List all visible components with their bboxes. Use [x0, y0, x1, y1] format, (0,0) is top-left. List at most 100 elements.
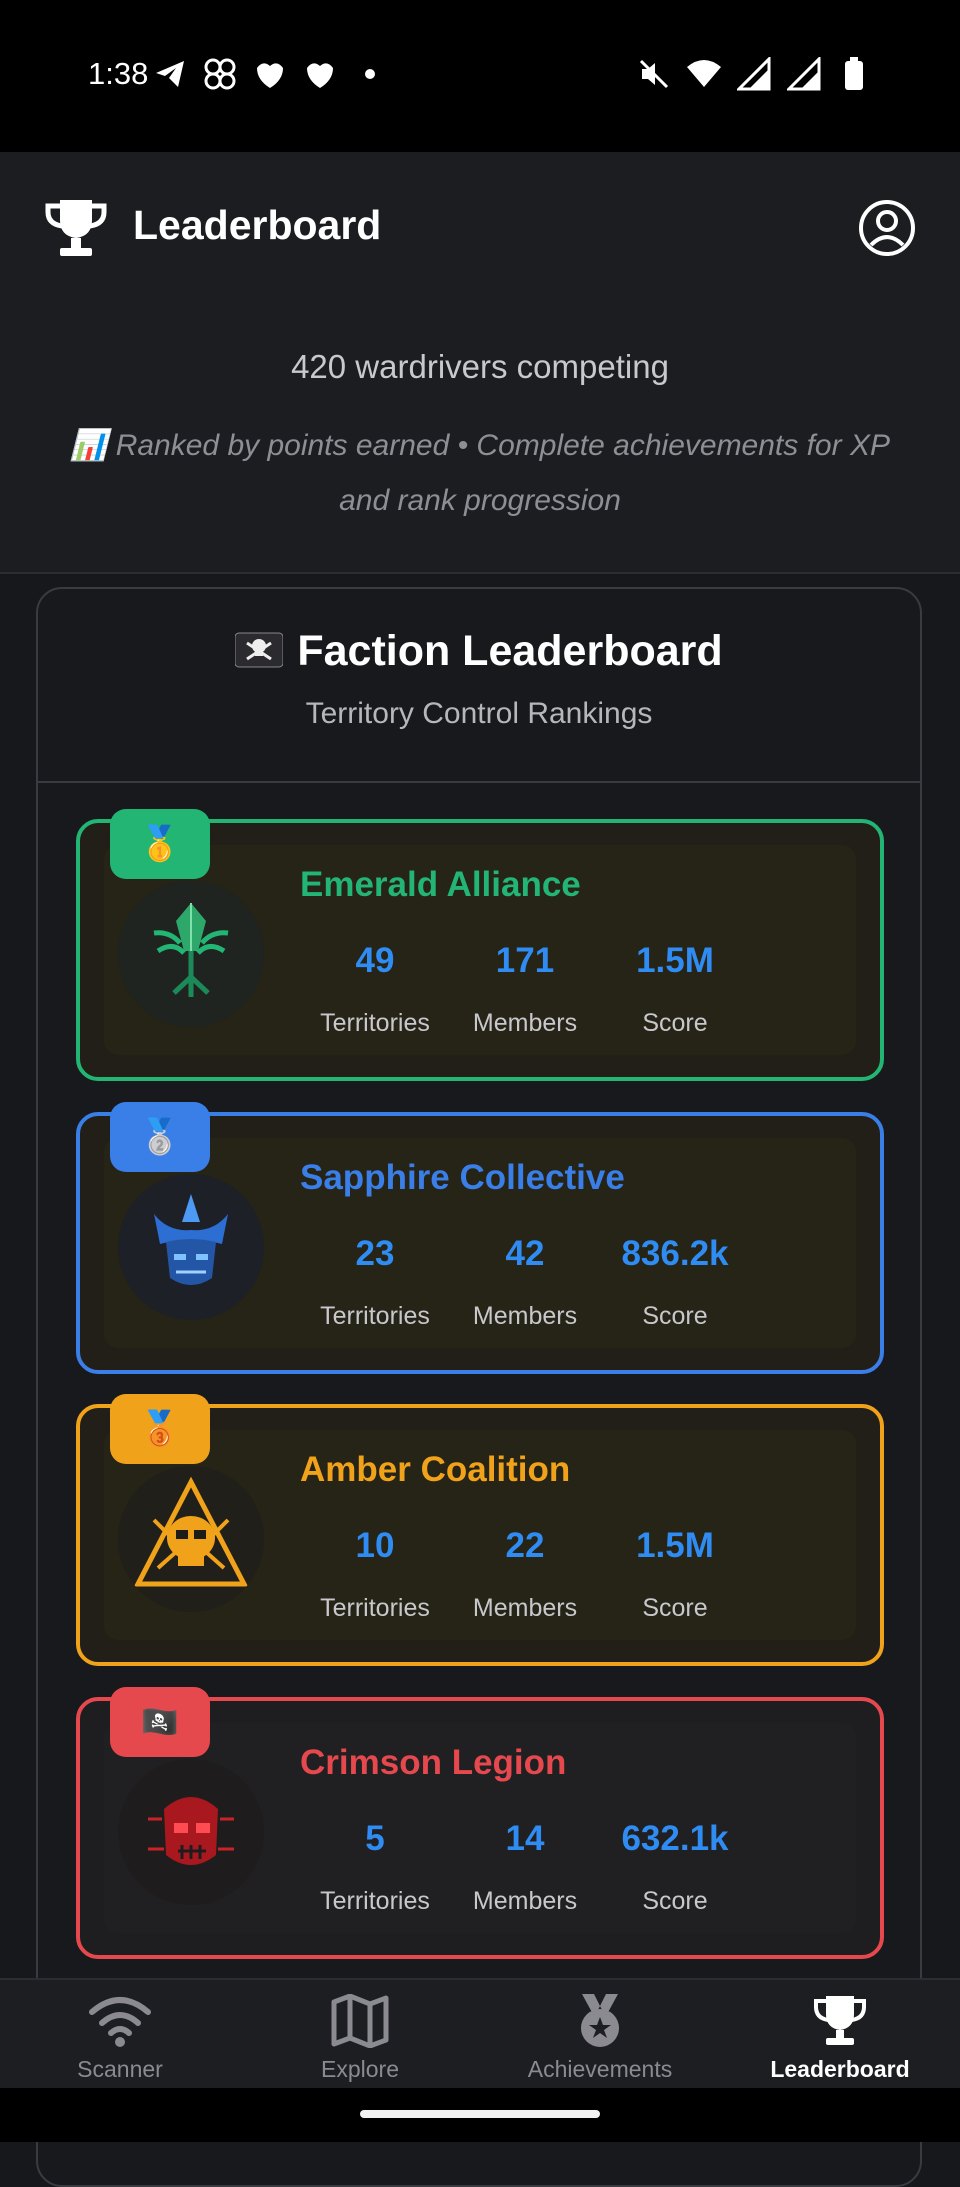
territories-stat: 5 Territories	[300, 1819, 450, 1916]
nav-scanner[interactable]: Scanner	[0, 1980, 240, 2090]
faction-avatar	[118, 1466, 264, 1612]
page-title: Leaderboard	[133, 202, 382, 248]
map-icon	[328, 1993, 392, 2049]
faction-stats: 10 Territories 22 Members 1.5M Score	[300, 1526, 780, 1623]
members-stat: 22 Members	[450, 1526, 600, 1623]
nav-leaderboard[interactable]: Leaderboard	[720, 1980, 960, 2090]
faction-name: Crimson Legion	[300, 1743, 567, 1782]
faction-avatar	[118, 1174, 264, 1320]
nav-achievements-label: Achievements	[527, 2056, 673, 2082]
pirate-flag-icon	[234, 631, 284, 669]
status-right-icons	[636, 56, 872, 92]
wifi-icon	[88, 1994, 152, 2048]
score-stat: 1.5M Score	[600, 941, 750, 1038]
bird-icon	[302, 56, 338, 92]
members-value: 171	[495, 941, 555, 980]
territories-label: Territories	[320, 1887, 430, 1915]
territories-label: Territories	[320, 1009, 430, 1037]
members-stat: 14 Members	[450, 1819, 600, 1916]
trophy-icon	[808, 1994, 872, 2048]
territories-value: 5	[365, 1819, 385, 1858]
territories-stat: 23 Territories	[300, 1234, 450, 1331]
dot-icon	[352, 56, 388, 92]
status-bar: 1:38	[0, 0, 960, 152]
faction-name: Amber Coalition	[300, 1450, 571, 1489]
bottom-nav: Scanner Explore Achievements Leaderboard	[0, 1978, 960, 2090]
nav-leaderboard-label: Leaderboard	[770, 2056, 910, 2082]
territories-value: 49	[355, 941, 395, 980]
members-stat: 42 Members	[450, 1234, 600, 1331]
territories-stat: 49 Territories	[300, 941, 450, 1038]
trophy-icon	[42, 194, 110, 262]
score-label: Score	[642, 1594, 708, 1622]
members-label: Members	[472, 1887, 578, 1915]
mute-icon	[636, 56, 672, 92]
battery-icon	[836, 56, 872, 92]
score-stat: 836.2k Score	[600, 1234, 750, 1331]
faction-card-amber[interactable]: 🥉 Amber Coalition 10 Territories 22 Memb…	[76, 1394, 884, 1666]
faction-panel-header: Faction Leaderboard Territory Control Ra…	[38, 589, 920, 783]
score-stat: 632.1k Score	[600, 1819, 750, 1916]
home-gesture-handle[interactable]	[360, 2110, 600, 2118]
telegram-icon	[152, 56, 188, 92]
members-value: 22	[505, 1526, 545, 1565]
faction-name: Sapphire Collective	[300, 1158, 625, 1197]
score-value: 632.1k	[621, 1819, 729, 1858]
faction-panel-title: Faction Leaderboard	[38, 627, 920, 676]
faction-panel-title-text: Faction Leaderboard	[297, 627, 723, 675]
score-label: Score	[642, 1009, 708, 1037]
members-value: 42	[505, 1234, 545, 1273]
members-label: Members	[472, 1302, 578, 1330]
faction-card-emerald[interactable]: 🥇 Emerald Alliance 49 Territories 171 Me…	[76, 809, 884, 1081]
silver-medal-icon: 🥈	[138, 1118, 182, 1156]
nav-achievements[interactable]: Achievements	[480, 1980, 720, 2090]
faction-card-crimson[interactable]: 🏴‍☠️ Crimson Legion 5 Territories 14 Mem…	[76, 1687, 884, 1959]
faction-card-sapphire[interactable]: 🥈 Sapphire Collective 23 Territories 42 …	[76, 1102, 884, 1374]
members-value: 14	[505, 1819, 545, 1858]
score-stat: 1.5M Score	[600, 1526, 750, 1623]
wifi-icon	[686, 56, 722, 92]
nav-explore-label: Explore	[321, 2056, 399, 2082]
ranking-note: 📊 Ranked by points earned • Complete ach…	[70, 429, 890, 517]
score-value: 836.2k	[621, 1234, 729, 1273]
pirate-flag-icon: 🏴‍☠️	[141, 1705, 179, 1739]
faction-panel-subtitle: Territory Control Rankings	[305, 697, 653, 730]
faction-stats: 49 Territories 171 Members 1.5M Score	[300, 941, 780, 1038]
competitor-count: 420 wardrivers competing	[291, 348, 669, 385]
score-value: 1.5M	[636, 941, 714, 980]
status-time: 1:38	[88, 56, 149, 91]
gold-medal-icon: 🥇	[138, 825, 182, 863]
territories-value: 10	[355, 1526, 395, 1565]
territories-label: Territories	[320, 1594, 430, 1622]
faction-stats: 5 Territories 14 Members 632.1k Score	[300, 1819, 780, 1916]
status-left-icons	[152, 56, 388, 92]
signal-roaming-icon	[736, 56, 772, 92]
bird-icon	[252, 56, 288, 92]
faction-stats: 23 Territories 42 Members 836.2k Score	[300, 1234, 780, 1331]
rank-badge: 🏴‍☠️	[110, 1687, 210, 1757]
medal-icon	[568, 1994, 632, 2048]
nav-scanner-label: Scanner	[77, 2056, 163, 2082]
territories-value: 23	[355, 1234, 395, 1273]
faction-avatar	[118, 1759, 264, 1905]
gesture-bar	[0, 2088, 960, 2142]
pinwheel-icon	[202, 56, 238, 92]
rank-badge: 🥈	[110, 1102, 210, 1172]
nav-explore[interactable]: Explore	[240, 1980, 480, 2090]
territories-label: Territories	[320, 1302, 430, 1330]
members-label: Members	[472, 1594, 578, 1622]
score-label: Score	[642, 1302, 708, 1330]
faction-leaderboard-panel: Faction Leaderboard Territory Control Ra…	[36, 587, 922, 2187]
members-label: Members	[472, 1009, 578, 1037]
score-value: 1.5M	[636, 1526, 714, 1565]
signal-icon	[786, 56, 822, 92]
faction-avatar	[118, 881, 264, 1027]
faction-name: Emerald Alliance	[300, 865, 581, 904]
members-stat: 171 Members	[450, 941, 600, 1038]
territories-stat: 10 Territories	[300, 1526, 450, 1623]
rank-badge: 🥇	[110, 809, 210, 879]
rank-badge: 🥉	[110, 1394, 210, 1464]
profile-icon[interactable]	[858, 199, 916, 257]
bronze-medal-icon: 🥉	[138, 1410, 182, 1448]
app-header: Leaderboard 420 wardrivers competing 📊 R…	[0, 152, 960, 574]
